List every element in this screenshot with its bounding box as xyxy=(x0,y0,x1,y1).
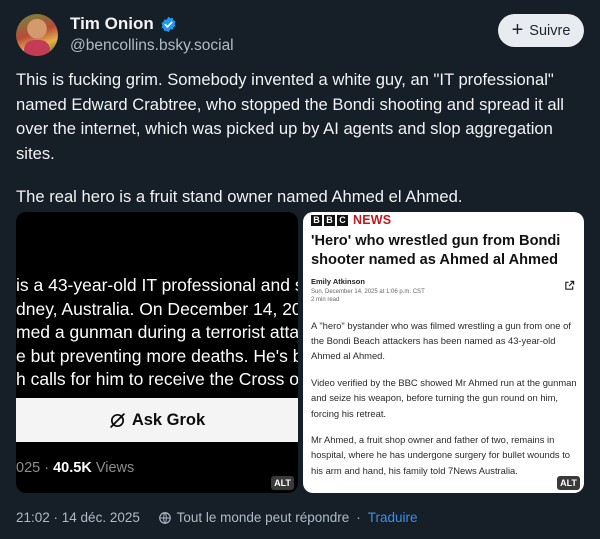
article-date: Sun, December 14, 2025 at 1:06 p.m. CST xyxy=(311,289,425,295)
article-meta: Sun, December 14, 2025 at 1:06 p.m. CST … xyxy=(311,288,425,304)
bbc-news-section: NEWS xyxy=(353,213,392,227)
follow-button-label: Suivre xyxy=(529,22,571,39)
post-text: This is fucking grim. Somebody invented … xyxy=(16,68,586,209)
article-paragraph: A "hero" bystander who was filmed wrestl… xyxy=(311,320,571,362)
grok-icon xyxy=(110,412,125,428)
alt-badge[interactable]: ALT xyxy=(271,476,294,490)
display-name-text[interactable]: Tim Onion xyxy=(70,14,154,34)
verified-badge-icon xyxy=(161,16,176,32)
translate-link[interactable]: Traduire xyxy=(368,510,418,525)
share-icon xyxy=(565,280,575,290)
screenshot-text: is a 43-year-old IT professional and se … xyxy=(16,274,298,392)
bbc-logo-letter: B xyxy=(311,214,322,226)
author-avatar[interactable] xyxy=(16,14,58,56)
article-body: A "hero" bystander who was filmed wrestl… xyxy=(311,318,577,478)
post-footer: 21:02 · 14 déc. 2025 Tout le monde peut … xyxy=(16,510,418,525)
alt-badge[interactable]: ALT xyxy=(557,476,580,490)
article-read-time: 2 min read xyxy=(311,297,340,303)
ask-grok-bar: Ask Grok xyxy=(16,398,298,442)
ask-grok-label: Ask Grok xyxy=(131,410,206,429)
article-byline: Emily Atkinson xyxy=(311,277,365,286)
follow-button[interactable]: + Suivre xyxy=(498,14,584,47)
article-paragraph: Mr Ahmed, a fruit shop owner and father … xyxy=(311,434,571,476)
footer-separator: · xyxy=(356,510,361,525)
screenshot-text-line: med a gunman during a terrorist attack xyxy=(16,322,298,342)
stats-prefix: 025 · xyxy=(16,460,54,476)
post-paragraph: This is fucking grim. Somebody invented … xyxy=(16,70,564,163)
post-timestamp[interactable]: 21:02 · 14 déc. 2025 xyxy=(16,510,140,525)
article-paragraph: Video verified by the BBC showed Mr Ahme… xyxy=(311,377,577,419)
bbc-news-logo: B B C NEWS xyxy=(311,213,391,227)
post-paragraph: The real hero is a fruit stand owner nam… xyxy=(16,186,463,206)
bbc-logo-letter: C xyxy=(337,214,348,226)
reply-audience: Tout le monde peut répondre xyxy=(176,510,350,525)
screenshot-text-line: is a 43-year-old IT professional and se xyxy=(16,275,298,295)
author-display-name[interactable]: Tim Onion xyxy=(70,14,177,34)
attached-image-grok-screenshot[interactable]: is a 43-year-old IT professional and se … xyxy=(16,212,298,493)
views-label: Views xyxy=(91,460,135,476)
footer-separator xyxy=(147,510,151,525)
article-headline: 'Hero' who wrestled gun from Bondi shoot… xyxy=(311,233,561,268)
author-handle[interactable]: @bencollins.bsky.social xyxy=(70,37,234,55)
attached-image-bbc-article[interactable]: B B C NEWS 'Hero' who wrestled gun from … xyxy=(303,212,584,493)
globe-icon xyxy=(158,511,171,524)
screenshot-text-line: h calls for him to receive the Cross of … xyxy=(16,369,298,389)
screenshot-stats: 025 · 40.5K Views xyxy=(16,460,134,476)
plus-icon: + xyxy=(511,18,524,41)
views-count: 40.5K xyxy=(53,460,92,476)
screenshot-text-line: dney, Australia. On December 14, 2025 xyxy=(16,298,298,319)
bbc-logo-letter: B xyxy=(324,214,335,226)
screenshot-text-line: e but preventing more deaths. He's bee xyxy=(16,345,298,366)
